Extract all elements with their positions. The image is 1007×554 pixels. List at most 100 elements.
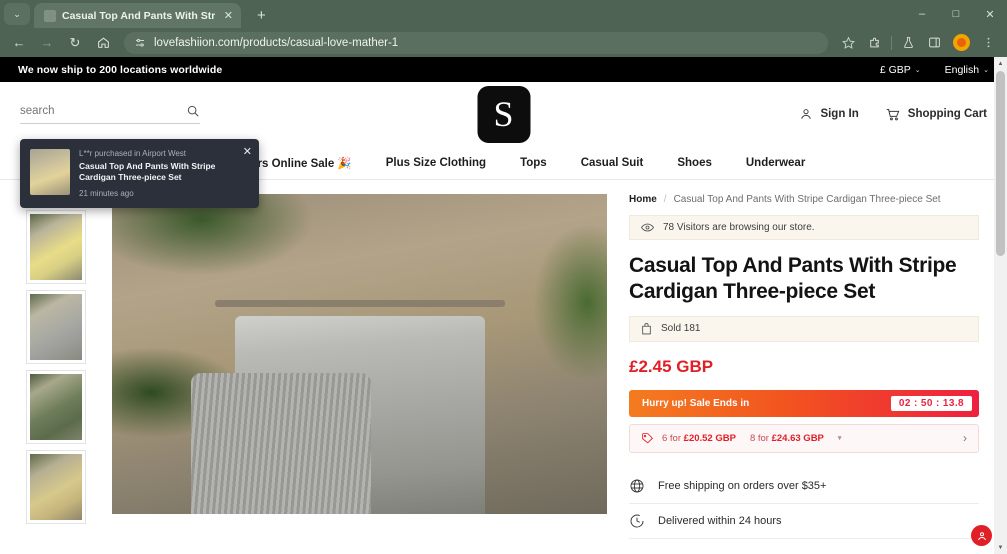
nav-item-casual-suit[interactable]: Casual Suit — [581, 157, 644, 169]
language-selector[interactable]: English ⌄ — [945, 64, 989, 76]
search-box[interactable] — [20, 104, 200, 124]
search-input[interactable] — [20, 105, 186, 117]
chevron-down-icon: ⌄ — [983, 66, 989, 74]
sign-in-button[interactable]: Sign In — [799, 107, 859, 121]
currency-selector[interactable]: £ GBP ⌄ — [880, 64, 921, 76]
chevron-down-icon[interactable]: ▾ — [838, 434, 842, 442]
product-page-content: ∧ Home — [0, 180, 1007, 539]
home-icon[interactable] — [90, 31, 116, 55]
scroll-down-icon[interactable]: ▼ — [994, 541, 1007, 554]
scrollbar-thumb[interactable] — [996, 71, 1005, 256]
tab-close-icon[interactable]: ✕ — [221, 9, 235, 22]
purchase-notification-toast[interactable]: L**r purchased in Airport West Casual To… — [20, 139, 259, 208]
product-price: £2.45 GBP — [629, 356, 714, 376]
breadcrumb-current: Casual Top And Pants With Stripe Cardiga… — [673, 194, 941, 205]
bundle-qty-2: 8 for — [749, 432, 769, 444]
main-product-image[interactable] — [112, 194, 607, 514]
thumbnail-image — [30, 454, 82, 520]
tab-search-button[interactable]: ⌄ — [4, 3, 30, 25]
delivery-icon — [629, 513, 645, 529]
perk-text: Delivered within 24 hours — [658, 514, 782, 527]
new-tab-button[interactable]: + — [251, 7, 271, 24]
star-icon[interactable] — [836, 31, 861, 55]
sold-banner: Sold 181 — [629, 315, 979, 342]
language-label: English — [944, 63, 980, 76]
page-title: Casual Top And Pants With Stripe Cardiga… — [629, 254, 957, 304]
breadcrumb-separator: / — [663, 194, 667, 205]
toast-body: L**r purchased in Airport West Casual To… — [79, 149, 249, 198]
product-perks: Free shipping on orders over $35+ Delive… — [629, 469, 979, 539]
back-icon[interactable]: ← — [6, 31, 32, 55]
perk-text: Free shipping on orders over $35+ — [658, 479, 827, 492]
cart-label: Shopping Cart — [907, 108, 987, 120]
eye-icon — [641, 222, 654, 233]
thumbnail-image — [30, 214, 82, 280]
site-settings-icon[interactable] — [134, 37, 146, 49]
forward-icon[interactable]: → — [34, 31, 60, 55]
toolbar-divider — [891, 35, 892, 50]
bundle-offer-1: 6 for £20.52 GBP — [662, 433, 736, 444]
address-bar[interactable]: lovefashiion.com/products/casual-love-ma… — [124, 31, 828, 54]
page-scrollbar[interactable]: ▲ ▼ — [994, 57, 1007, 554]
extensions-icon[interactable] — [862, 31, 887, 55]
toast-time: 21 minutes ago — [79, 188, 134, 198]
site-logo[interactable]: S — [477, 85, 530, 143]
bundle-price-2: £24.63 GBP — [771, 432, 824, 444]
chrome-menu-icon[interactable] — [976, 31, 1001, 55]
bundle-qty-1: 6 for — [662, 432, 682, 444]
sold-text: Sold 181 — [661, 323, 701, 334]
product-details: Home / Casual Top And Pants With Stripe … — [607, 194, 987, 539]
lab-flask-icon[interactable] — [896, 31, 921, 55]
shopping-cart-button[interactable]: Shopping Cart — [885, 107, 987, 122]
perk-delivery: Delivered within 24 hours — [629, 504, 979, 539]
thumbnail-yellow-set[interactable] — [26, 210, 86, 284]
support-fab-button[interactable] — [971, 525, 992, 546]
bundle-price-1: £20.52 GBP — [683, 432, 736, 444]
cart-icon — [885, 107, 901, 122]
tag-icon — [641, 432, 654, 445]
thumbnail-green-set[interactable] — [26, 370, 86, 444]
browser-tab[interactable]: Casual Top And Pants With Str ✕ — [34, 3, 242, 28]
toast-title: Casual Top And Pants With Stripe Cardiga… — [79, 161, 216, 183]
hurry-label: Hurry up! Sale Ends in — [642, 397, 750, 409]
window-controls: – □ ✕ — [905, 0, 1007, 28]
reload-icon[interactable]: ↻ — [62, 31, 88, 55]
tab-strip: ⌄ Casual Top And Pants With Str ✕ + – □ … — [0, 0, 1007, 28]
logo-letter: S — [493, 94, 514, 134]
close-window-button[interactable]: ✕ — [973, 0, 1007, 28]
thumbnail-image — [30, 294, 82, 360]
nav-item-tops[interactable]: Tops — [520, 157, 547, 169]
tab-favicon — [44, 9, 56, 22]
bundle-offers[interactable]: 6 for £20.52 GBP 8 for £24.63 GBP ▾ › — [629, 423, 979, 453]
nav-item-plus-size-clothing[interactable]: Plus Size Clothing — [386, 157, 486, 169]
thumbnail-grey-set[interactable] — [26, 290, 86, 364]
toast-product-image — [30, 149, 70, 195]
page-viewport: We now ship to 200 locations worldwide £… — [0, 57, 1007, 554]
nav-item-shoes[interactable]: Shoes — [677, 157, 712, 169]
profile-avatar[interactable] — [953, 34, 970, 51]
search-icon[interactable] — [186, 104, 200, 118]
nav-item-underwear[interactable]: Underwear — [746, 157, 805, 169]
close-icon[interactable]: ✕ — [243, 145, 252, 158]
browser-window: ⌄ Casual Top And Pants With Str ✕ + – □ … — [0, 0, 1007, 554]
side-panel-icon[interactable] — [922, 31, 947, 55]
tab-title: Casual Top And Pants With Str — [62, 9, 216, 22]
breadcrumb: Home / Casual Top And Pants With Stripe … — [629, 194, 979, 205]
thumbnail-tan-set[interactable] — [26, 450, 86, 524]
bag-icon — [641, 322, 652, 335]
visitors-banner: 78 Visitors are browsing our store. — [629, 215, 979, 240]
minimize-button[interactable]: – — [905, 0, 939, 28]
bundle-text: 6 for £20.52 GBP 8 for £24.63 GBP ▾ — [662, 433, 841, 444]
perk-free-shipping: Free shipping on orders over $35+ — [629, 469, 979, 504]
user-icon — [799, 107, 813, 121]
breadcrumb-home[interactable]: Home — [629, 194, 657, 205]
url-text: lovefashiion.com/products/casual-love-ma… — [154, 36, 399, 49]
browser-toolbar: ← → ↻ lovefashiion.com/products/casual-l… — [0, 28, 1007, 57]
visitors-text: 78 Visitors are browsing our store. — [663, 222, 815, 233]
announcement-bar: We now ship to 200 locations worldwide £… — [0, 57, 1007, 82]
globe-icon — [629, 478, 645, 494]
scroll-up-icon[interactable]: ▲ — [994, 57, 1007, 70]
chevron-right-icon[interactable]: › — [963, 431, 967, 445]
bundle-offer-2: 8 for £24.63 GBP — [750, 433, 824, 444]
maximize-button[interactable]: □ — [939, 0, 973, 28]
